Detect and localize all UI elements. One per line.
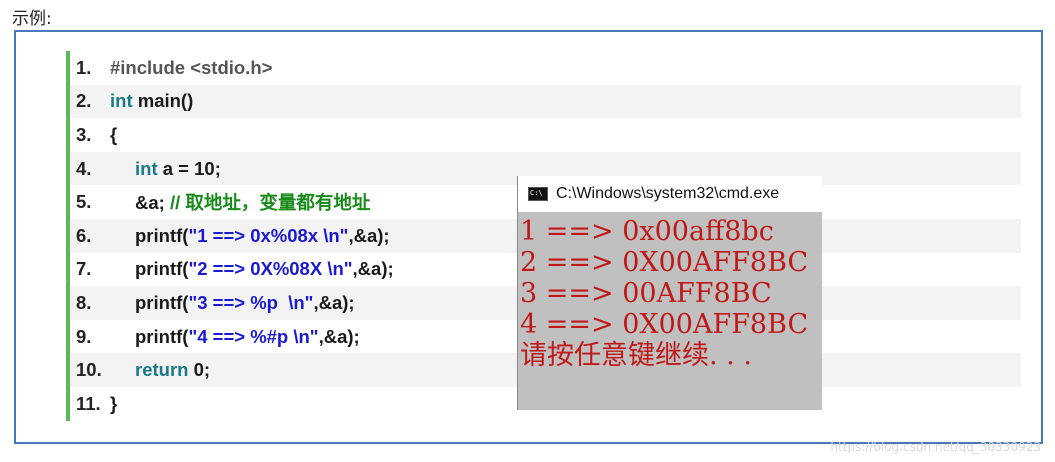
code-text: {	[110, 124, 117, 146]
code-line: 2. int main()	[70, 84, 1021, 119]
line-number: 6.	[76, 224, 92, 246]
code-token: ,&a);	[318, 325, 360, 347]
line-number: 9.	[76, 325, 92, 347]
code-token: {	[110, 123, 118, 145]
code-token: "1 ==> 0x%08x \n"	[188, 224, 349, 246]
code-text: #include <stdio.h>	[110, 57, 272, 79]
line-number: 2.	[76, 90, 92, 112]
watermark: https://blog.csdn.net/qq_30330923	[830, 440, 1041, 454]
line-number: 7.	[76, 258, 92, 280]
code-text: int a = 10;	[110, 158, 221, 180]
code-text: return 0;	[110, 359, 210, 381]
line-number: 8.	[76, 291, 92, 313]
code-token: printf(	[135, 258, 189, 280]
code-token: // 取地址，变量都有地址	[169, 192, 371, 214]
cmd-output-line: 1 ==> 0x00aff8bc	[520, 216, 774, 247]
code-text: printf("3 ==> %p \n",&a);	[110, 292, 355, 314]
code-token: "3 ==> %p \n"	[188, 291, 314, 313]
cmd-output-line: 2 ==> 0X00AFF8BC	[520, 247, 809, 278]
cmd-window[interactable]: C:\Windows\system32\cmd.exe 1 ==> 0x00af…	[517, 176, 822, 410]
code-token: &a;	[135, 192, 170, 214]
code-token: #include <stdio.h>	[110, 56, 273, 78]
cmd-icon	[528, 187, 548, 201]
code-text: printf("2 ==> 0X%08X \n",&a);	[110, 258, 394, 280]
code-token: 0;	[188, 359, 211, 381]
line-number: 10.	[76, 359, 102, 381]
code-token: printf(	[135, 291, 189, 313]
code-token: int	[110, 90, 133, 112]
code-token: "4 ==> %#p \n"	[188, 325, 319, 347]
line-number: 4.	[76, 157, 92, 179]
code-token: int	[135, 157, 158, 179]
cmd-output: 1 ==> 0x00aff8bc 2 ==> 0X00AFF8BC 3 ==> 00…	[518, 212, 822, 371]
code-line: 1. #include <stdio.h>	[70, 51, 1021, 85]
code-token: "2 ==> 0X%08X \n"	[188, 258, 353, 280]
line-number: 11.	[76, 392, 101, 414]
code-token: main()	[132, 90, 194, 112]
code-token: printf(	[135, 224, 189, 246]
cmd-output-line: 3 ==> 00AFF8BC	[520, 278, 772, 309]
code-token: ,&a);	[352, 258, 394, 280]
cmd-output-line: 请按任意键继续. . .	[520, 340, 752, 371]
code-line: 3. {	[70, 118, 1021, 152]
code-text: int main()	[110, 90, 193, 112]
code-token: printf(	[135, 325, 189, 347]
code-token: ,&a);	[313, 291, 355, 313]
line-number: 1.	[76, 56, 92, 78]
line-number: 3.	[76, 123, 92, 145]
code-text: &a; // 取地址，变量都有地址	[110, 189, 370, 215]
code-text: }	[110, 393, 117, 415]
cmd-title: C:\Windows\system32\cmd.exe	[556, 185, 780, 202]
code-text: printf("1 ==> 0x%08x \n",&a);	[110, 225, 390, 247]
line-number: 5.	[76, 191, 92, 213]
code-token: ,&a);	[348, 224, 390, 246]
code-token: }	[110, 392, 118, 414]
code-text: printf("4 ==> %#p \n",&a);	[110, 326, 360, 348]
code-token: return	[135, 359, 189, 381]
cmd-output-line: 4 ==> 0X00AFF8BC	[520, 309, 809, 340]
example-heading: 示例:	[12, 9, 52, 29]
cmd-title-bar[interactable]: C:\Windows\system32\cmd.exe	[518, 176, 822, 212]
code-token: a = 10;	[157, 157, 221, 179]
